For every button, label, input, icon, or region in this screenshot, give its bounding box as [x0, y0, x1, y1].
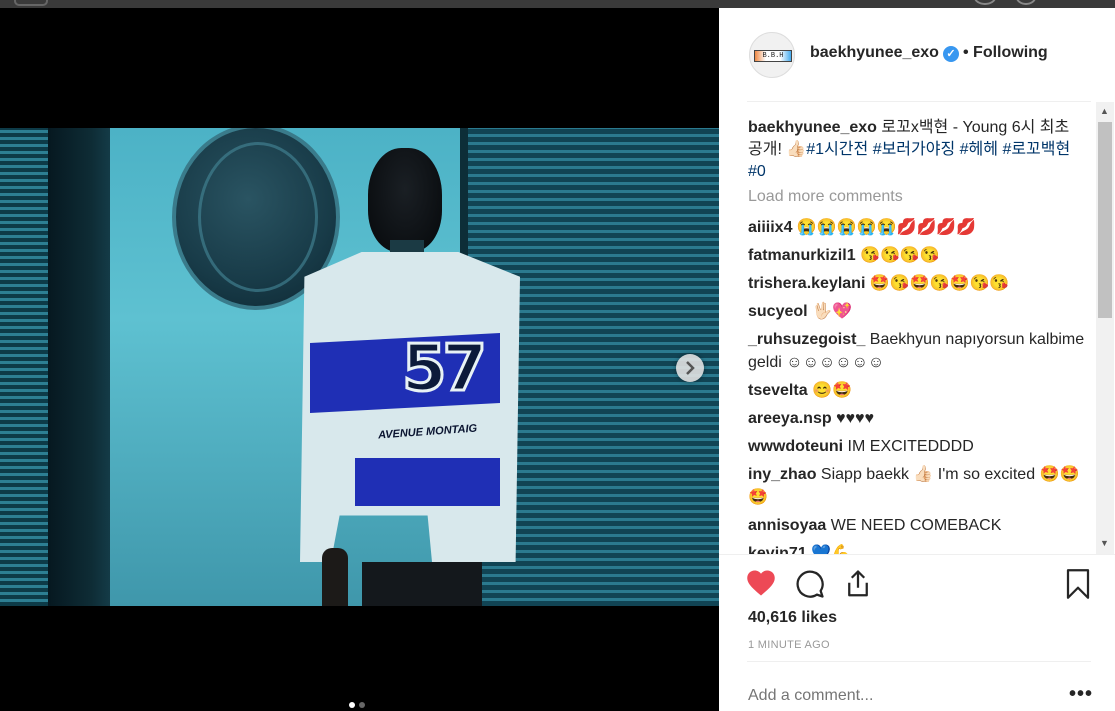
comment-item: sucyeol 🖖🏻💖	[748, 300, 1093, 323]
comment-item: fatmanurkizil1 😘😘😘😘	[748, 244, 1093, 267]
scroll-down-icon[interactable]: ▼	[1100, 538, 1109, 548]
scroll-up-icon[interactable]: ▲	[1100, 106, 1109, 116]
photo-person: 57 AVENUE MONTAIG	[300, 148, 530, 606]
comments-section[interactable]: baekhyunee_exo 로꼬x백현 - Young 6시 최초 공개! 👍…	[719, 102, 1115, 554]
comment-item: areeya.nsp ♥♥♥♥	[748, 407, 1093, 430]
avatar[interactable]: B.B.H	[749, 32, 795, 78]
comment-item: trishera.keylani 🤩😘🤩😘🤩😘😘	[748, 272, 1093, 295]
comment-item: iny_zhao Siapp baekk 👍🏻 I'm so excited 🤩…	[748, 463, 1093, 509]
post-side-panel: B.B.H baekhyunee_exo ✓ • Following baekh…	[719, 8, 1115, 711]
follow-status: Following	[973, 44, 1048, 61]
circle-button-icon[interactable]	[974, 0, 996, 5]
browser-top-strip	[0, 0, 1115, 8]
comment-text: IM EXCITEDDDD	[843, 438, 974, 455]
hashtag-link[interactable]: #헤헤	[960, 141, 998, 158]
person-arm	[322, 548, 348, 606]
heart-icon[interactable]	[746, 569, 778, 601]
comment-text: WE NEED COMEBACK	[826, 517, 1002, 534]
follow-button[interactable]: • Following	[963, 44, 1048, 62]
jersey-number: 57	[400, 331, 488, 408]
comment-username[interactable]: aiiiix4	[748, 219, 792, 236]
comment-username[interactable]: wwwdoteuni	[748, 438, 843, 455]
post-timestamp[interactable]: 1 MINUTE AGO	[748, 639, 830, 651]
window-control-icon[interactable]	[14, 0, 48, 6]
caption-username[interactable]: baekhyunee_exo	[748, 119, 877, 136]
post-caption: baekhyunee_exo 로꼬x백현 - Young 6시 최초 공개! 👍…	[748, 117, 1088, 183]
comments-scrollbar[interactable]: ▲ ▼	[1096, 102, 1114, 554]
comment-bubble-icon[interactable]	[795, 569, 827, 601]
comment-text: 💙💪	[806, 545, 852, 554]
comment-item: kevin71 💙💪	[748, 542, 1093, 554]
carousel-dot[interactable]	[359, 702, 365, 708]
photo-blinds-left	[0, 128, 48, 606]
comment-username[interactable]: _ruhsuzegoist_	[748, 331, 865, 348]
add-comment-input[interactable]	[748, 687, 1048, 705]
bookmark-icon[interactable]	[1065, 569, 1097, 601]
carousel-dot[interactable]	[349, 702, 355, 708]
verified-badge-icon: ✓	[943, 46, 959, 62]
comment-item: annisoyaa WE NEED COMEBACK	[748, 514, 1093, 537]
comment-username[interactable]: annisoyaa	[748, 517, 826, 534]
divider	[747, 661, 1091, 662]
scrollbar-thumb[interactable]	[1098, 122, 1112, 318]
comment-text: ♥♥♥♥	[831, 410, 875, 427]
comment-item: _ruhsuzegoist_ Baekhyun napıyorsun kalbi…	[748, 328, 1093, 374]
hashtag-link[interactable]: #로꼬백현	[1002, 141, 1070, 158]
carousel-indicator	[349, 702, 365, 708]
more-options-button[interactable]: •••	[1069, 683, 1093, 706]
load-more-comments-button[interactable]: Load more comments	[748, 188, 903, 206]
comment-text: 😭😭😭😭😭💋💋💋💋	[792, 219, 977, 236]
comment-username[interactable]: sucyeol	[748, 303, 808, 320]
comment-username[interactable]: iny_zhao	[748, 466, 816, 483]
hashtag-link[interactable]: #1시간전	[806, 141, 868, 158]
shirt-stripe	[355, 458, 500, 506]
comment-username[interactable]: areeya.nsp	[748, 410, 832, 427]
hashtag-link[interactable]: #보러가야징	[873, 141, 956, 158]
comment-username[interactable]: trishera.keylani	[748, 275, 865, 292]
hashtag-link[interactable]: #0	[748, 163, 766, 180]
comment-username[interactable]: tsevelta	[748, 382, 808, 399]
post-media: 57 AVENUE MONTAIG	[0, 8, 719, 711]
comment-text: 🤩😘🤩😘🤩😘😘	[865, 275, 1010, 292]
post-photo[interactable]: 57 AVENUE MONTAIG	[0, 128, 719, 606]
comment-username[interactable]: kevin71	[748, 545, 807, 554]
comment-text: 😘😘😘😘	[855, 247, 940, 264]
likes-count[interactable]: 40,616 likes	[748, 609, 837, 627]
post-username[interactable]: baekhyunee_exo	[810, 44, 939, 62]
post-header: B.B.H baekhyunee_exo ✓ • Following	[719, 8, 1115, 102]
next-slide-button[interactable]	[676, 354, 704, 382]
comment-text: 😊🤩	[807, 382, 852, 399]
comment-username[interactable]: fatmanurkizil1	[748, 247, 856, 264]
share-icon[interactable]	[843, 569, 875, 601]
circle-button-icon[interactable]	[1016, 0, 1036, 5]
comment-item: wwwdoteuni IM EXCITEDDDD	[748, 435, 1093, 458]
comment-item: aiiiix4 😭😭😭😭😭💋💋💋💋	[748, 216, 1093, 239]
comment-item: tsevelta 😊🤩	[748, 379, 1093, 402]
chevron-right-icon	[686, 361, 695, 375]
person-legs	[362, 562, 482, 606]
post-actions: 40,616 likes 1 MINUTE AGO •••	[719, 554, 1115, 711]
comment-text: 🖖🏻💖	[807, 303, 852, 320]
comment-list: aiiiix4 😭😭😭😭😭💋💋💋💋 fatmanurkizil1 😘😘😘😘 tris…	[748, 216, 1093, 554]
photo-pillar	[48, 128, 110, 606]
person-head	[368, 148, 442, 252]
